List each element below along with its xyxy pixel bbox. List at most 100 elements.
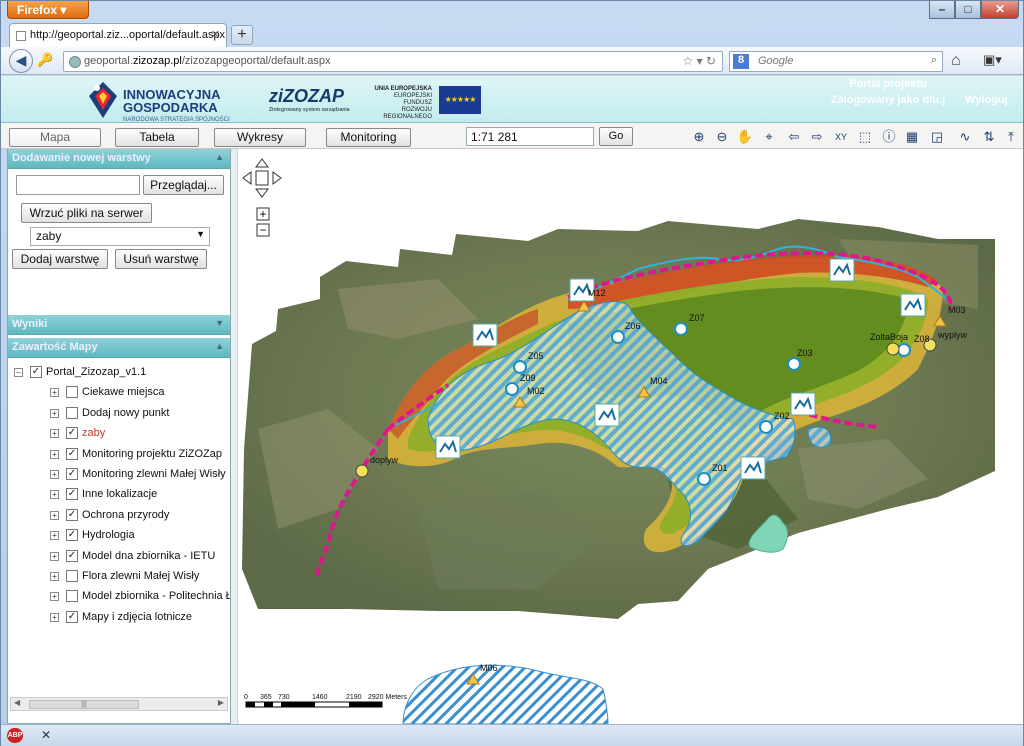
firefox-menu-button[interactable]: Firefox ▾ bbox=[7, 1, 89, 19]
close-addon-bar-icon[interactable]: ✕ bbox=[41, 728, 51, 742]
add-layer-button[interactable]: Dodaj warstwę bbox=[12, 249, 108, 269]
map-canvas[interactable]: + − M12 Z06 Z07 M03 ZoltaBoja Z08 wyplyw… bbox=[238, 149, 1023, 724]
expand-toggle-icon[interactable]: + bbox=[50, 490, 59, 500]
pan-hand-icon[interactable]: ✋ bbox=[735, 127, 755, 147]
layer-checkbox[interactable]: ✓ bbox=[66, 549, 78, 562]
tab-mapa[interactable]: Mapa bbox=[9, 128, 101, 147]
tab-title: http://geoportal.ziz...oportal/default.a… bbox=[30, 29, 226, 41]
sort-icon[interactable]: ⇅ bbox=[979, 127, 999, 147]
expand-toggle-icon[interactable]: + bbox=[50, 408, 59, 418]
zoom-in-control[interactable]: + bbox=[256, 207, 270, 221]
zoom-out-control[interactable]: − bbox=[256, 223, 270, 237]
layer-checkbox[interactable]: ✓ bbox=[66, 529, 78, 542]
layer-checkbox[interactable] bbox=[66, 590, 78, 603]
previous-extent-icon[interactable]: ⇦ bbox=[784, 127, 804, 147]
next-extent-icon[interactable]: ⇨ bbox=[807, 127, 827, 147]
pan-control[interactable] bbox=[242, 158, 282, 198]
layer-checkbox[interactable] bbox=[66, 406, 78, 419]
close-window-button[interactable]: ✕ bbox=[981, 1, 1019, 19]
layer-label: Flora zlewni Małej Wisły bbox=[82, 569, 200, 582]
layer-checkbox[interactable]: ✓ bbox=[66, 427, 78, 440]
collapse-toggle-icon[interactable]: – bbox=[14, 368, 23, 377]
search-input[interactable]: 8 Google ⌕ bbox=[729, 51, 943, 72]
profile-chart-icon[interactable]: ∿ bbox=[955, 127, 975, 147]
tab-wykresy[interactable]: Wykresy bbox=[214, 128, 306, 147]
close-tab-icon[interactable]: ✕ bbox=[211, 28, 220, 41]
expand-toggle-icon[interactable]: + bbox=[50, 571, 59, 581]
select-icon[interactable]: ⬚ bbox=[855, 127, 875, 147]
adblock-icon[interactable]: ABP bbox=[7, 728, 23, 743]
maximize-button[interactable]: □ bbox=[955, 1, 981, 19]
new-tab-button[interactable]: + bbox=[231, 25, 253, 45]
home-icon[interactable]: ⌂ bbox=[951, 52, 961, 70]
root-checkbox[interactable]: ✓ bbox=[30, 366, 42, 378]
info-icon[interactable]: ⓘ bbox=[879, 127, 899, 147]
layer-label: Dodaj nowy punkt bbox=[82, 406, 170, 419]
panel-contents-header[interactable]: Zawartość Mapy ▲ bbox=[8, 338, 230, 358]
eu-text: UNIA EUROPEJSKA EUROPEJSKI FUNDUSZ ROZWOJU… bbox=[374, 86, 432, 120]
url-bar[interactable]: geoportal.zizozap.pl/zizozapgeoportal/de… bbox=[63, 51, 723, 72]
layer-checkbox[interactable]: ✓ bbox=[66, 508, 78, 521]
layer-checkbox[interactable]: ✓ bbox=[66, 447, 78, 460]
layer-label: Hydrologia bbox=[82, 529, 135, 542]
browser-tab[interactable]: http://geoportal.ziz...oportal/default.a… bbox=[9, 23, 227, 47]
layer-row: + ✓ Mapy i zdjęcia lotnicze bbox=[8, 608, 230, 628]
go-button[interactable]: Go bbox=[599, 127, 633, 146]
horizontal-scrollbar[interactable]: ◀ ||| ▶ bbox=[10, 697, 228, 711]
zoom-out-icon[interactable]: ⊖ bbox=[712, 127, 732, 147]
scroll-right-icon[interactable]: ▶ bbox=[218, 698, 224, 707]
scroll-left-icon[interactable]: ◀ bbox=[14, 698, 20, 707]
station-marker bbox=[900, 293, 926, 317]
expand-toggle-icon[interactable]: + bbox=[50, 510, 59, 520]
svg-text:365: 365 bbox=[260, 694, 272, 701]
tools-icon[interactable]: ▣▾ bbox=[983, 52, 1002, 68]
search-icon[interactable]: ⌕ bbox=[931, 54, 937, 67]
collapse-icon[interactable]: ▲ bbox=[215, 341, 224, 351]
layer-checkbox[interactable] bbox=[66, 386, 78, 399]
scale-bar: 0 365 730 1460 2190 2920 Meters bbox=[244, 694, 407, 708]
expand-toggle-icon[interactable]: + bbox=[50, 551, 59, 561]
layer-select[interactable]: zaby ▼ bbox=[30, 227, 210, 246]
expand-icon[interactable]: ▼ bbox=[215, 318, 224, 328]
remove-layer-button[interactable]: Usuń warstwę bbox=[115, 249, 207, 269]
upload-files-button[interactable]: Wrzuć pliki na serwer bbox=[21, 203, 152, 223]
map-view[interactable]: + − M12 Z06 Z07 M03 ZoltaBoja Z08 wyplyw… bbox=[237, 149, 1023, 724]
tree-root-label: Portal_Zizozap_v1.1 bbox=[46, 366, 147, 378]
map-label: Z09 bbox=[520, 373, 536, 383]
layer-checkbox[interactable]: ✓ bbox=[66, 610, 78, 623]
expand-toggle-icon[interactable]: + bbox=[50, 612, 59, 622]
measure-icon[interactable]: ▦ bbox=[902, 127, 922, 147]
minimize-button[interactable]: – bbox=[929, 1, 955, 19]
expand-toggle-icon[interactable]: + bbox=[50, 592, 59, 602]
scale-input[interactable]: 1:71 281 bbox=[466, 127, 594, 146]
key-icon[interactable]: 🔑 bbox=[37, 52, 59, 70]
innowacyjna-gospodarka-text: INNOWACYJNA GOSPODARKA NARODOWA STRATEGIA… bbox=[123, 87, 230, 123]
expand-toggle-icon[interactable]: + bbox=[50, 469, 59, 479]
layer-checkbox[interactable] bbox=[66, 569, 78, 582]
url-bar-icons[interactable]: ☆ ▾ ↻ bbox=[682, 54, 716, 68]
layer-checkbox[interactable]: ✓ bbox=[66, 488, 78, 501]
browse-button[interactable]: Przeglądaj... bbox=[143, 175, 224, 195]
expand-toggle-icon[interactable]: + bbox=[50, 449, 59, 459]
overview-icon[interactable]: ◲ bbox=[927, 127, 947, 147]
file-path-input[interactable] bbox=[16, 175, 140, 195]
collapse-icon[interactable]: ▲ bbox=[215, 152, 224, 162]
panel-results-header[interactable]: Wyniki ▼ bbox=[8, 315, 230, 335]
xy-coordinates-icon[interactable]: XY bbox=[831, 127, 851, 147]
expand-toggle-icon[interactable]: + bbox=[50, 388, 59, 398]
scroll-thumb[interactable]: ||| bbox=[29, 700, 139, 709]
expand-toggle-icon[interactable]: + bbox=[50, 531, 59, 541]
tab-tabela[interactable]: Tabela bbox=[115, 128, 199, 147]
panel-add-layer-header[interactable]: Dodawanie nowej warstwy ▲ bbox=[8, 149, 230, 169]
layer-checkbox[interactable]: ✓ bbox=[66, 467, 78, 480]
portal-link[interactable]: Portal projektu bbox=[803, 78, 973, 90]
site-banner: INNOWACYJNA GOSPODARKA NARODOWA STRATEGIA… bbox=[1, 76, 1023, 123]
tab-monitoring[interactable]: Monitoring bbox=[326, 128, 411, 147]
layers-export-icon[interactable]: ⤒ bbox=[1001, 127, 1021, 147]
layer-row: + ✓ Hydrologia bbox=[8, 526, 230, 546]
zoom-extent-icon[interactable]: ⌖ bbox=[759, 127, 779, 147]
logout-link[interactable]: Wyloguj bbox=[965, 94, 1008, 106]
zoom-in-icon[interactable]: ⊕ bbox=[689, 127, 709, 147]
back-button[interactable]: ◀ bbox=[9, 49, 33, 73]
expand-toggle-icon[interactable]: + bbox=[50, 429, 59, 439]
